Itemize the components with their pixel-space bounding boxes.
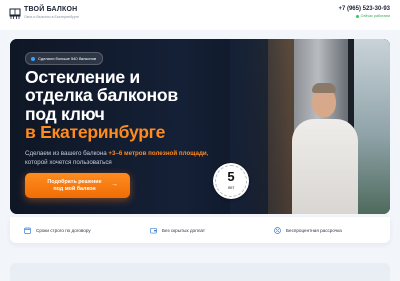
title-line-3: под ключ <box>25 103 105 124</box>
wallet-icon <box>150 227 157 233</box>
brand-name[interactable]: ТВОЙ БАЛКОН <box>24 6 77 13</box>
phone-link[interactable]: +7 (965) 523-30-93 <box>338 6 390 12</box>
photo-window-view <box>354 39 390 214</box>
warranty-seal: 5 лет <box>213 163 249 199</box>
arrow-right-icon: → <box>111 181 118 188</box>
seal-unit: лет <box>227 185 235 190</box>
balcony-logo-icon[interactable] <box>9 8 21 20</box>
person-hair <box>312 83 336 93</box>
hero-title: Остекление и отделка балконов под ключ в… <box>25 68 225 142</box>
subtitle-pre: Сделаем из вашего балкона <box>25 150 109 158</box>
title-accent: в Екатеринбурге <box>25 122 166 143</box>
select-solution-button[interactable]: Подобрать решение под мой балкон → <box>25 173 130 198</box>
person-hoodie <box>292 119 358 214</box>
seal-number: 5 <box>227 169 235 184</box>
cta-line-2: под мой балкон <box>53 185 96 192</box>
status-text: Сейчас работаем <box>360 14 390 18</box>
feature-label: Беспроцентная рассрочка <box>286 227 342 233</box>
slider-dots <box>340 209 372 214</box>
feature-label: Сроки строго по договору <box>36 227 91 233</box>
projects-badge: Сделали больше 540 балконов <box>25 52 104 65</box>
hero-subtitle: Сделаем из вашего балкона +3–6 метров по… <box>25 150 215 168</box>
badge-dot-icon <box>31 56 35 61</box>
status-dot-icon <box>355 14 359 18</box>
title-line-1: Остекление и <box>25 67 140 87</box>
badge-text: Сделали больше 540 балконов <box>38 56 97 61</box>
percent-icon <box>274 226 281 234</box>
next-section-preview <box>10 263 390 281</box>
hero-banner: Сделали больше 540 балконов Остекление и… <box>10 39 390 214</box>
subtitle-highlight: +3–6 метров полезной площади <box>108 150 207 158</box>
cta-line-1: Подобрать решение <box>47 179 102 186</box>
site-header: ТВОЙ БАЛКОН Окна и балконы в Екатеринбур… <box>0 0 400 30</box>
features-bar: Сроки строго по договору Без скрытых доп… <box>10 217 390 243</box>
feature-no-hidden-fees: Без скрытых доплат <box>150 217 205 243</box>
brand-tagline: Окна и балконы в Екатеринбурге <box>24 15 80 19</box>
feature-installments: Беспроцентная рассрочка <box>274 217 342 243</box>
clock-icon <box>24 226 31 234</box>
title-line-2: отделка балконов <box>25 85 178 106</box>
feature-deadlines: Сроки строго по договору <box>24 217 91 243</box>
work-status: Сейчас работаем <box>355 14 390 18</box>
photo-person <box>292 79 358 214</box>
feature-label: Без скрытых доплат <box>162 227 205 233</box>
